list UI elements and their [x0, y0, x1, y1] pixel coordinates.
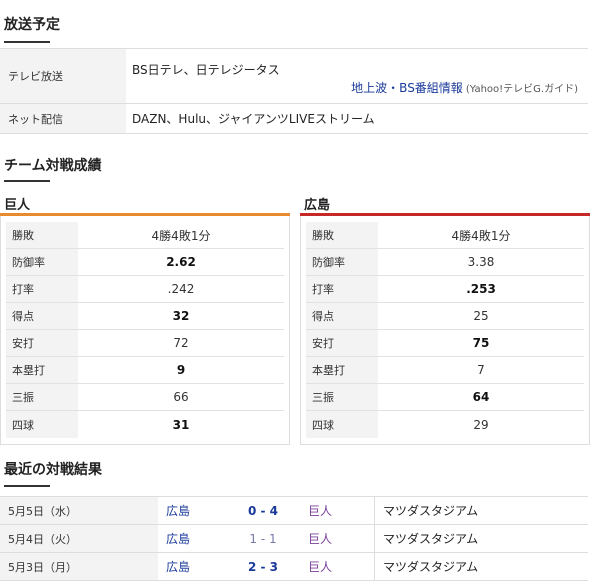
giants-stats-box: 勝敗 4勝4敗1分防御率 2.62 打率 .242 得点 32 安打 72 本塁打 9 三振 66 四球 3…	[0, 216, 290, 445]
giants-stat-row: 三振 66	[6, 384, 284, 411]
result-home-team-link[interactable]: 広島	[158, 525, 226, 552]
giants-stat-value: .242	[167, 282, 195, 296]
result-row: 5月4日（火） 広島 1 - 1 巨人 マツダスタジアム	[0, 525, 588, 553]
results-title-underline	[4, 485, 50, 487]
carp-team-name: 広島	[304, 198, 331, 213]
broadcast-title-underline	[4, 41, 50, 43]
results-title: 最近の対戦結果	[4, 462, 102, 478]
giants-stat-row: 得点 32	[6, 303, 284, 330]
tv-channels: BS日テレ、日テレジータス	[132, 63, 280, 77]
carp-stat-label: 防御率	[306, 249, 378, 275]
giants-stat-value: 32	[172, 309, 190, 323]
result-stadium: マツダスタジアム	[374, 525, 588, 552]
result-date: 5月4日（火）	[0, 525, 158, 552]
carp-stat-value: 25	[473, 309, 489, 323]
giants-stat-value: 31	[172, 417, 190, 432]
team-stats-title: チーム対戦成績	[4, 158, 102, 174]
result-score: 2 - 3	[247, 559, 279, 574]
carp-stat-label: 打率	[306, 276, 378, 302]
carp-stat-value: 3.38	[467, 255, 495, 269]
net-services: DAZN、Hulu、ジャイアンツLIVEストリーム	[132, 112, 375, 126]
carp-stat-row: 打率 .253	[306, 276, 584, 303]
giants-stat-value: 9	[176, 363, 186, 377]
giants-stat-label: 防御率	[6, 249, 78, 275]
carp-stats-box: 勝敗 4勝4敗1分防御率 3.38 打率 .253 得点 25 安打 75 本塁打 7 三振 64 四球 2…	[300, 216, 590, 445]
team-stats-title-underline	[4, 180, 50, 182]
tv-guide: 地上波・BS番組情報 (Yahoo!テレビG.ガイド)	[351, 79, 578, 96]
giants-stat-row: 本塁打 9	[6, 357, 284, 384]
carp-stat-row: 本塁打 7	[306, 357, 584, 384]
result-row: 5月3日（月） 広島 2 - 3 巨人 マツダスタジアム	[0, 553, 588, 581]
carp-stat-value: 4勝4敗1分	[451, 228, 511, 243]
giants-stat-row: 防御率 2.62	[6, 249, 284, 276]
results-table: 5月5日（水） 広島 0 - 4 巨人 マツダスタジアム 5月4日（火） 広島 1 - 1 巨人…	[0, 496, 588, 581]
giants-stat-label: 安打	[6, 330, 78, 356]
carp-stat-row: 得点 25	[306, 303, 584, 330]
result-score-link[interactable]: 1 - 1	[226, 525, 300, 552]
result-home-team-link[interactable]: 広島	[158, 553, 226, 580]
net-label: ネット配信	[0, 104, 126, 133]
carp-stat-row: 三振 64	[306, 384, 584, 411]
result-date: 5月3日（月）	[0, 553, 158, 580]
result-home-team-link[interactable]: 広島	[158, 497, 226, 524]
tv-label: テレビ放送	[0, 49, 126, 103]
giants-stat-label: 三振	[6, 384, 78, 410]
carp-stat-label: 得点	[306, 303, 378, 329]
carp-stat-value: 29	[473, 417, 489, 432]
tv-guide-source: (Yahoo!テレビG.ガイド)	[465, 84, 578, 95]
net-row: ネット配信 DAZN、Hulu、ジャイアンツLIVEストリーム	[0, 104, 588, 134]
broadcast-table: テレビ放送 BS日テレ、日テレジータス 地上波・BS番組情報 (Yahoo!テレ…	[0, 48, 588, 134]
giants-stat-row: 安打 72	[6, 330, 284, 357]
result-away-team-link[interactable]: 巨人	[300, 553, 374, 580]
giants-stat-label: 本塁打	[6, 357, 78, 383]
giants-stat-label: 四球	[6, 411, 78, 438]
result-score-link[interactable]: 0 - 4	[226, 497, 300, 524]
result-away-team-link[interactable]: 巨人	[300, 497, 374, 524]
result-stadium: マツダスタジアム	[374, 497, 588, 524]
carp-stat-label: 三振	[306, 384, 378, 410]
game-preview-page: 放送予定 テレビ放送 BS日テレ、日テレジータス 地上波・BS番組情報 (Yah…	[0, 0, 600, 584]
carp-stat-row: 勝敗 4勝4敗1分	[306, 222, 584, 249]
tv-row: テレビ放送 BS日テレ、日テレジータス 地上波・BS番組情報 (Yahoo!テレ…	[0, 49, 588, 104]
result-score-link[interactable]: 2 - 3	[226, 553, 300, 580]
carp-stat-value: 64	[472, 390, 490, 404]
result-score: 0 - 4	[247, 503, 279, 518]
result-stadium: マツダスタジアム	[374, 553, 588, 580]
giants-stat-label: 打率	[6, 276, 78, 302]
carp-stat-value: 7	[477, 363, 485, 377]
tv-value: BS日テレ、日テレジータス 地上波・BS番組情報 (Yahoo!テレビG.ガイド…	[126, 49, 588, 103]
carp-stat-label: 本塁打	[306, 357, 378, 383]
giants-team-name: 巨人	[4, 198, 31, 213]
carp-stat-label: 四球	[306, 411, 378, 438]
giants-stat-value: 66	[173, 390, 189, 404]
giants-stat-value: 72	[173, 336, 189, 350]
carp-stat-row: 四球 29	[306, 411, 584, 438]
giants-stat-value: 2.62	[166, 255, 196, 269]
result-date: 5月5日（水）	[0, 497, 158, 524]
carp-stat-value: .253	[466, 282, 496, 296]
giants-stat-label: 得点	[6, 303, 78, 329]
carp-stat-row: 安打 75	[306, 330, 584, 357]
carp-stat-label: 安打	[306, 330, 378, 356]
giants-stat-label: 勝敗	[6, 222, 78, 248]
broadcast-title: 放送予定	[4, 17, 60, 33]
tv-guide-link[interactable]: 地上波・BS番組情報	[351, 79, 463, 96]
giants-stat-row: 勝敗 4勝4敗1分	[6, 222, 284, 249]
result-away-team-link[interactable]: 巨人	[300, 525, 374, 552]
carp-stat-row: 防御率 3.38	[306, 249, 584, 276]
giants-stat-row: 打率 .242	[6, 276, 284, 303]
giants-stat-row: 四球 31	[6, 411, 284, 438]
giants-stat-value: 4勝4敗1分	[151, 228, 211, 243]
result-row: 5月5日（水） 広島 0 - 4 巨人 マツダスタジアム	[0, 497, 588, 525]
carp-stat-label: 勝敗	[306, 222, 378, 248]
result-score: 1 - 1	[249, 531, 277, 546]
carp-stat-value: 75	[472, 336, 490, 350]
